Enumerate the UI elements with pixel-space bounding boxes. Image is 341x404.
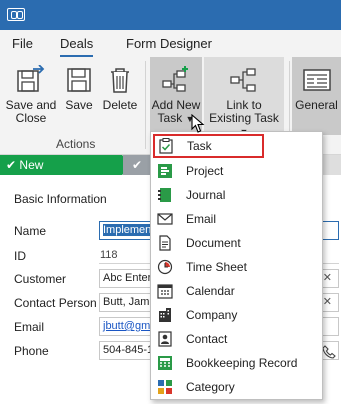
phone-value: 504-845-1	[103, 344, 154, 356]
id-label: ID	[14, 249, 26, 263]
menu-item-contact[interactable]: Contact	[152, 327, 321, 351]
menu-item-email[interactable]: Email	[152, 207, 321, 231]
contact-icon	[158, 331, 172, 347]
customer-label: Customer	[14, 272, 67, 286]
menu-item-company[interactable]: Company	[152, 303, 321, 327]
email-label: Email	[14, 320, 45, 334]
tab-form-designer[interactable]: Form Designer	[126, 36, 212, 51]
general-icon	[302, 69, 331, 91]
check-icon: ✔	[6, 158, 17, 172]
menu-label-calendar: Calendar	[186, 284, 235, 298]
contact-person-label: Contact Person	[14, 296, 97, 310]
save-label: Save	[65, 98, 93, 112]
status-step-new[interactable]: ✔ New	[0, 155, 131, 175]
save-icon	[67, 68, 91, 92]
menu-label-company: Company	[186, 308, 238, 322]
menu-label-contact: Contact	[186, 332, 228, 346]
menu-item-bookkeeping-record[interactable]: Bookkeeping Record	[152, 351, 321, 375]
save-button[interactable]: Save	[62, 57, 96, 135]
app-icon[interactable]	[7, 8, 25, 21]
clear-icon[interactable]: ✕	[323, 294, 332, 311]
title-bar	[0, 0, 341, 30]
company-icon	[159, 308, 171, 322]
journal-icon	[158, 188, 171, 202]
menu-item-calendar[interactable]: Calendar	[152, 279, 321, 303]
tab-file[interactable]: File	[12, 36, 33, 51]
save-and-close-button[interactable]: Save and Close	[2, 57, 60, 135]
menu-item-project[interactable]: Project	[152, 159, 321, 183]
email-icon	[157, 213, 173, 225]
contact-person-value: Butt, Jame	[103, 296, 156, 308]
mouse-cursor-icon	[191, 114, 205, 133]
bookkeeping-icon	[158, 356, 172, 370]
menu-label-time-sheet: Time Sheet	[186, 260, 247, 274]
status-new-label: New	[19, 158, 44, 172]
menu-label-bookkeeping-record: Bookkeeping Record	[186, 356, 298, 370]
name-value: Implement	[103, 224, 155, 236]
timesheet-icon	[157, 259, 173, 275]
save-and-close-icon	[17, 65, 45, 92]
menu-label-task: Task	[187, 139, 212, 153]
name-label: Name	[14, 224, 47, 238]
category-icon	[158, 380, 172, 394]
clipboard-icon	[159, 138, 173, 154]
tab-deals[interactable]: Deals	[60, 36, 94, 57]
project-icon	[158, 164, 172, 178]
add-task-icon	[162, 66, 188, 92]
general-label: General	[295, 98, 338, 112]
phone-label: Phone	[14, 344, 49, 358]
ribbon-tabs: File Deals Form Designer	[0, 30, 341, 57]
menu-item-time-sheet[interactable]: Time Sheet	[152, 255, 321, 279]
link-to-existing-task-button[interactable]: Link to Existing Task ▼	[204, 57, 284, 137]
section-title: Basic Information	[14, 192, 107, 206]
delete-button[interactable]: Delete	[100, 57, 140, 135]
document-icon	[159, 235, 171, 251]
menu-label-category: Category	[186, 380, 235, 394]
trash-icon	[111, 68, 129, 93]
save-and-close-label-2: Close	[15, 111, 47, 125]
menu-label-email: Email	[186, 212, 217, 226]
menu-label-journal: Journal	[186, 188, 226, 202]
actions-group-label: Actions	[56, 137, 96, 151]
id-value: 118	[100, 249, 118, 261]
menu-item-task[interactable]: Task	[153, 134, 264, 158]
general-button[interactable]: General	[292, 57, 341, 135]
link-task-icon	[230, 68, 256, 92]
calendar-icon	[157, 284, 173, 299]
clear-icon[interactable]: ✕	[323, 270, 332, 287]
menu-label-document: Document	[186, 236, 241, 250]
email-value[interactable]: jbutt@gma	[103, 320, 156, 332]
phone-icon[interactable]	[322, 345, 336, 359]
menu-item-journal[interactable]: Journal	[152, 183, 321, 207]
menu-item-document[interactable]: Document	[152, 231, 321, 255]
check-icon: ✔	[131, 158, 143, 172]
status-step-next[interactable]: ✔	[123, 155, 151, 175]
ribbon-separator	[145, 61, 146, 149]
menu-item-category[interactable]: Category	[152, 375, 321, 399]
delete-label: Delete	[102, 98, 138, 112]
add-new-task-dropdown: Task Project Journal Email Document Time…	[150, 131, 323, 400]
menu-label-project: Project	[186, 164, 224, 178]
